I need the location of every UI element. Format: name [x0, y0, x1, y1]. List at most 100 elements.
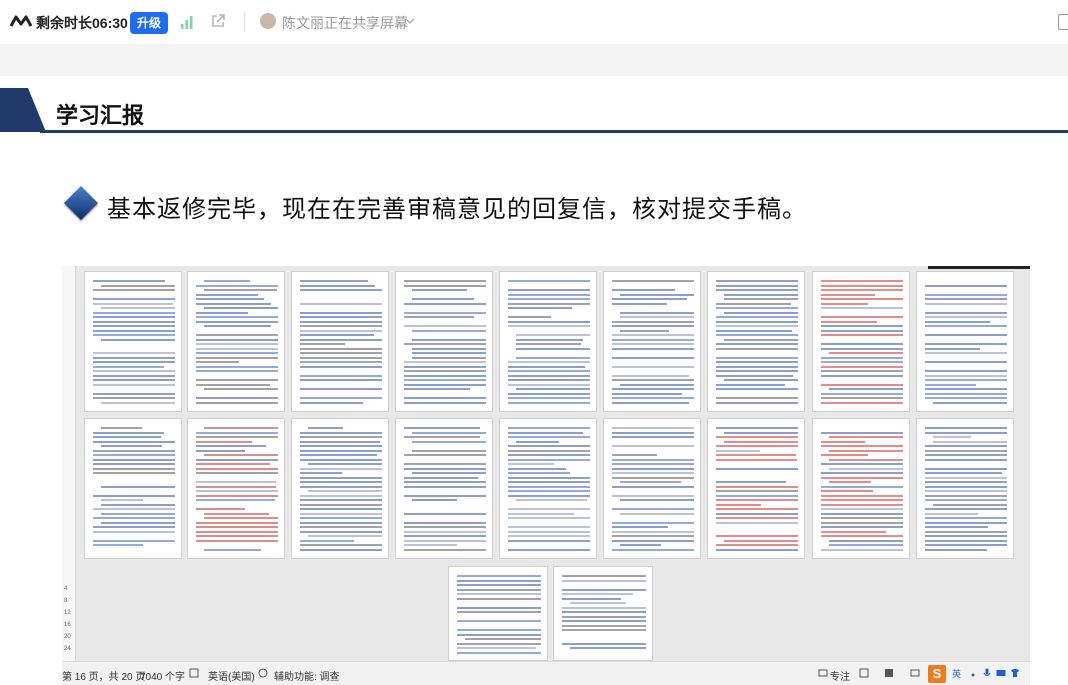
text-line	[716, 481, 787, 483]
text-line	[925, 499, 1007, 501]
ruler-mark: 12	[64, 610, 71, 616]
document-page-thumbnail[interactable]	[707, 271, 805, 412]
text-line	[457, 633, 541, 636]
document-page-thumbnail[interactable]	[291, 271, 389, 412]
text-line	[821, 302, 869, 305]
text-line	[562, 642, 646, 645]
text-line	[508, 494, 590, 497]
keyboard-icon[interactable]	[996, 668, 1006, 678]
text-line	[716, 548, 798, 551]
document-page-thumbnail[interactable]	[499, 271, 597, 412]
text-line	[300, 526, 382, 528]
text-line	[196, 311, 248, 314]
text-line	[93, 320, 175, 323]
ime-chinese-icon[interactable]: 英	[952, 668, 962, 678]
text-line	[196, 494, 278, 497]
sogou-ime-icon[interactable]: S	[928, 665, 946, 683]
microphone-icon[interactable]	[982, 668, 992, 678]
upgrade-button[interactable]: 升级	[130, 12, 169, 34]
title-underline	[40, 130, 1068, 133]
text-line	[457, 593, 541, 595]
text-line	[404, 343, 486, 345]
proofing-icon[interactable]	[189, 668, 199, 678]
print-layout-icon[interactable]	[884, 668, 894, 678]
document-page-thumbnail[interactable]	[916, 271, 1014, 412]
text-line	[716, 361, 798, 363]
text-line	[933, 401, 1007, 404]
text-line	[829, 458, 903, 461]
read-mode-icon[interactable]	[859, 668, 869, 678]
document-page-thumbnail[interactable]	[707, 418, 805, 559]
text-line	[516, 440, 559, 443]
document-page-thumbnail[interactable]	[603, 271, 701, 412]
text-line	[300, 431, 382, 434]
page-count[interactable]: 第 16 页，共 20 页	[62, 668, 145, 683]
document-page-thumbnail[interactable]	[395, 418, 493, 559]
text-line	[821, 517, 903, 519]
text-line	[196, 334, 278, 336]
presenter-avatar	[260, 13, 276, 29]
text-line	[404, 548, 486, 551]
text-line	[925, 458, 1007, 461]
text-line	[821, 374, 903, 377]
text-line	[821, 485, 903, 488]
document-page-thumbnail[interactable]	[291, 418, 389, 559]
ruler-mark: 20	[64, 634, 71, 640]
text-line	[196, 521, 278, 524]
document-page-thumbnail[interactable]	[187, 418, 285, 559]
web-layout-icon[interactable]	[910, 668, 920, 678]
text-line	[925, 370, 1007, 372]
text-line	[716, 284, 798, 287]
document-page-thumbnail[interactable]	[395, 271, 493, 412]
document-page-thumbnail[interactable]	[84, 271, 182, 412]
text-line	[716, 316, 798, 318]
text-line	[562, 579, 646, 582]
focus-icon[interactable]	[818, 668, 828, 678]
document-page-thumbnail[interactable]	[499, 418, 597, 559]
text-line	[821, 463, 903, 465]
sharing-status[interactable]: 陈文丽正在共享屏幕	[282, 13, 408, 33]
signal-icon[interactable]	[180, 15, 194, 29]
text-line	[196, 472, 278, 474]
window-icon[interactable]	[1058, 14, 1068, 30]
text-line	[93, 449, 175, 452]
text-line	[925, 476, 1007, 479]
text-line	[508, 361, 590, 363]
document-page-thumbnail[interactable]	[187, 271, 285, 412]
text-line	[300, 284, 376, 287]
text-line	[508, 458, 590, 461]
chevron-down-icon[interactable]	[405, 16, 415, 26]
language[interactable]: 英语(美国)	[208, 668, 255, 683]
text-line	[300, 343, 346, 345]
document-page-thumbnail[interactable]	[553, 566, 653, 661]
document-page-thumbnail[interactable]	[916, 418, 1014, 559]
focus-mode[interactable]: 专注	[830, 668, 850, 683]
text-line	[716, 508, 798, 510]
ruler-mark: 24	[64, 646, 71, 652]
text-line	[516, 334, 590, 336]
document-page-thumbnail[interactable]	[603, 418, 701, 559]
accessibility-status[interactable]: 辅助功能: 调查	[274, 668, 340, 683]
external-link-icon[interactable]	[210, 13, 226, 29]
text-line	[93, 365, 165, 368]
document-page-thumbnail[interactable]	[812, 418, 910, 559]
text-line	[821, 521, 903, 524]
accessibility-icon[interactable]	[258, 668, 268, 678]
document-page-thumbnail[interactable]	[84, 418, 182, 559]
text-line	[508, 449, 590, 452]
text-line	[716, 544, 798, 546]
text-line	[93, 383, 175, 386]
text-line	[404, 521, 486, 524]
text-line	[412, 449, 486, 452]
text-line	[612, 458, 694, 461]
text-line	[93, 431, 165, 434]
document-page-thumbnail[interactable]	[448, 566, 548, 661]
text-line	[562, 624, 646, 627]
text-line	[93, 298, 175, 300]
shirt-icon[interactable]	[1010, 668, 1020, 678]
document-page-thumbnail[interactable]	[812, 271, 910, 412]
punctuation-icon[interactable]	[968, 668, 978, 678]
word-count[interactable]: 7040 个字	[140, 668, 185, 683]
text-line	[821, 383, 903, 386]
text-line	[925, 490, 1007, 492]
